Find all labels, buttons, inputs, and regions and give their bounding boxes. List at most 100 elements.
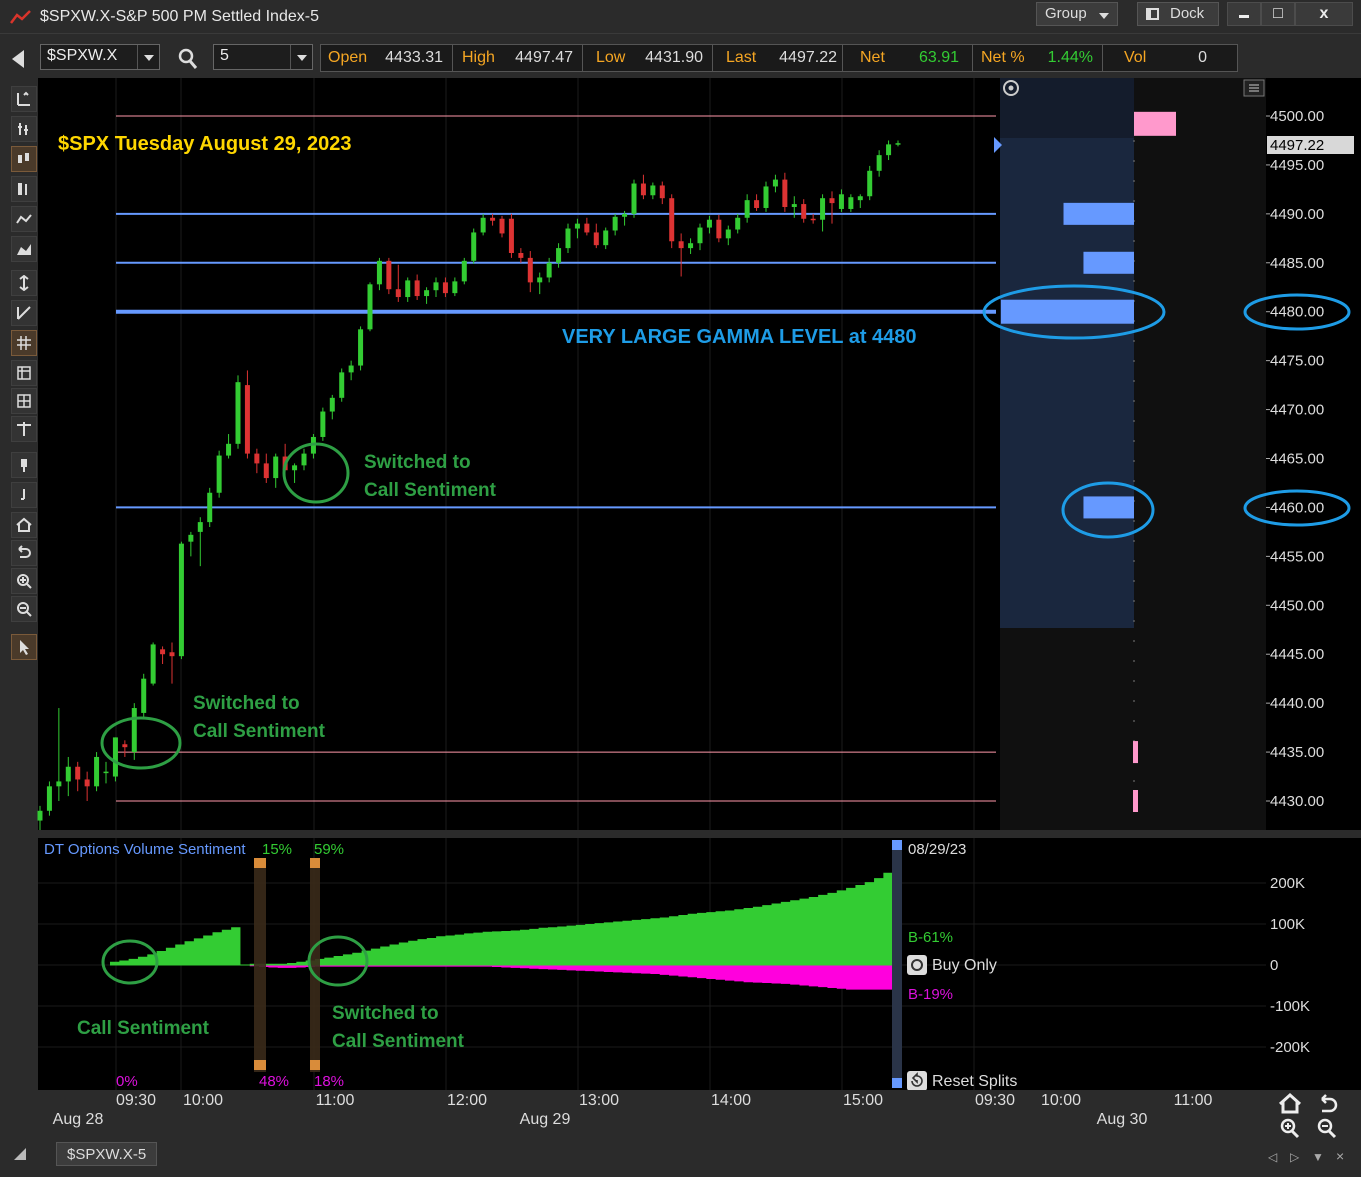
candle-body — [895, 143, 901, 145]
indicator-title: DT Options Volume Sentiment — [44, 841, 246, 858]
chart-area[interactable]: 4500.00 4495.00 4490.00 4485.00 4480.00 4475.… — [0, 0, 1361, 1140]
price-tick-label: 4455.00 — [1270, 548, 1324, 565]
scroll-right-icon[interactable]: ▷ — [1290, 1150, 1299, 1164]
candle-body — [876, 155, 882, 171]
pane-divider[interactable] — [38, 830, 1361, 838]
price-tick-label: 4465.00 — [1270, 451, 1324, 468]
tab-close-icon[interactable]: × — [1336, 1148, 1344, 1164]
candle-body — [706, 219, 712, 228]
time-axis[interactable] — [38, 1090, 1361, 1140]
candle-body — [820, 198, 826, 220]
time-label: 12:00 — [447, 1092, 487, 1109]
indicator-axis-label: 0 — [1270, 957, 1278, 974]
crosshair-tool[interactable] — [11, 416, 37, 442]
candle-body — [678, 241, 684, 249]
candle-body — [593, 232, 599, 246]
time-label: 11:00 — [316, 1092, 355, 1109]
cursor-cross-tool[interactable] — [11, 86, 37, 112]
candle-body — [46, 786, 52, 811]
ohlc-tool[interactable] — [11, 176, 37, 202]
candle-body — [433, 282, 439, 291]
candle-body — [452, 281, 458, 294]
candle-body — [791, 204, 797, 208]
current-split-bottom — [892, 1078, 902, 1088]
split-pct-bottom-0: 0% — [116, 1073, 138, 1090]
note-tool[interactable] — [11, 482, 37, 508]
candle-body — [754, 200, 760, 208]
split-marker-bottom — [254, 1060, 266, 1070]
reset-splits-label: Reset Splits — [932, 1073, 1017, 1090]
tab-list-icon[interactable]: ▼ — [1312, 1150, 1324, 1164]
split-pct-bottom-1: 48% — [259, 1073, 289, 1090]
candle-body — [178, 543, 184, 657]
bar-chart-tool[interactable] — [11, 116, 37, 142]
zoom-in-tool[interactable] — [11, 568, 37, 594]
split-marker — [310, 858, 320, 1072]
table-tool[interactable] — [11, 360, 37, 386]
candle-body — [169, 652, 175, 657]
candle-body — [414, 280, 420, 297]
buy-only-toggle[interactable]: Buy Only — [907, 955, 997, 975]
price-tick-label: 4430.00 — [1270, 793, 1324, 810]
switch-upper-line2: Call Sentiment — [364, 480, 497, 501]
time-label: 10:00 — [183, 1092, 223, 1109]
trendline-tool[interactable] — [11, 300, 37, 326]
candle-body — [216, 455, 222, 493]
candle-body — [94, 756, 100, 787]
indicator-axis-label: -200K — [1270, 1039, 1310, 1056]
home-view-tool[interactable] — [11, 512, 37, 538]
candle-body — [574, 223, 580, 229]
drawing-toolbar — [8, 86, 38, 666]
candle-body — [659, 185, 665, 199]
candle-body — [244, 385, 250, 454]
candlestick-tool[interactable] — [11, 146, 37, 172]
menu-icon[interactable] — [1243, 79, 1265, 97]
candle-body — [160, 649, 166, 655]
candle-body — [471, 232, 477, 261]
matrix-tool[interactable] — [11, 388, 37, 414]
candle-body — [37, 810, 43, 821]
candle-body — [650, 185, 656, 196]
candle-body — [56, 781, 62, 787]
candle-body — [603, 230, 609, 246]
candle-body — [442, 282, 448, 294]
time-label: 11:00 — [1174, 1092, 1213, 1109]
chart-tab[interactable]: $SPXW.X-5 — [56, 1142, 158, 1166]
candle-body — [556, 248, 562, 263]
zoom-out-tool[interactable] — [11, 596, 37, 622]
scroll-left-icon[interactable]: ◁ — [1268, 1150, 1277, 1164]
switch-lower-line1: Switched to — [193, 693, 300, 714]
split-marker-top — [254, 858, 266, 868]
candle-body — [480, 217, 486, 233]
undo-tool[interactable] — [11, 540, 37, 566]
candle-body — [744, 200, 750, 218]
range-tool[interactable] — [11, 270, 37, 296]
candle-body — [546, 262, 552, 278]
candle-body — [584, 223, 590, 233]
candle-body — [490, 217, 496, 221]
candle-body — [188, 534, 194, 542]
candle-body — [886, 144, 892, 156]
candle-body — [84, 779, 90, 787]
insert-tool[interactable] — [11, 452, 37, 478]
gamma-bar — [1133, 741, 1138, 764]
candle-body — [329, 397, 335, 412]
grid-tool[interactable] — [11, 330, 37, 356]
reset-splits-button[interactable]: Reset Splits — [907, 1071, 1017, 1091]
candle-body — [301, 453, 307, 466]
split-pct-bottom-2: 18% — [314, 1073, 344, 1090]
split-marker-top — [310, 858, 320, 868]
candle-body — [716, 219, 722, 239]
indicator-axis-label: 200K — [1270, 875, 1305, 892]
pointer-tool[interactable] — [11, 634, 37, 660]
add-tab-icon[interactable] — [14, 1148, 26, 1160]
line-chart-tool[interactable] — [11, 206, 37, 232]
candle-body — [801, 204, 807, 219]
candle-body — [207, 492, 213, 523]
candle-body — [358, 329, 364, 366]
time-label: 14:00 — [711, 1092, 751, 1109]
price-tick-label: 4490.00 — [1270, 206, 1324, 223]
date-label: Aug 28 — [53, 1111, 104, 1128]
area-chart-tool[interactable] — [11, 236, 37, 262]
candle-body — [772, 179, 778, 187]
